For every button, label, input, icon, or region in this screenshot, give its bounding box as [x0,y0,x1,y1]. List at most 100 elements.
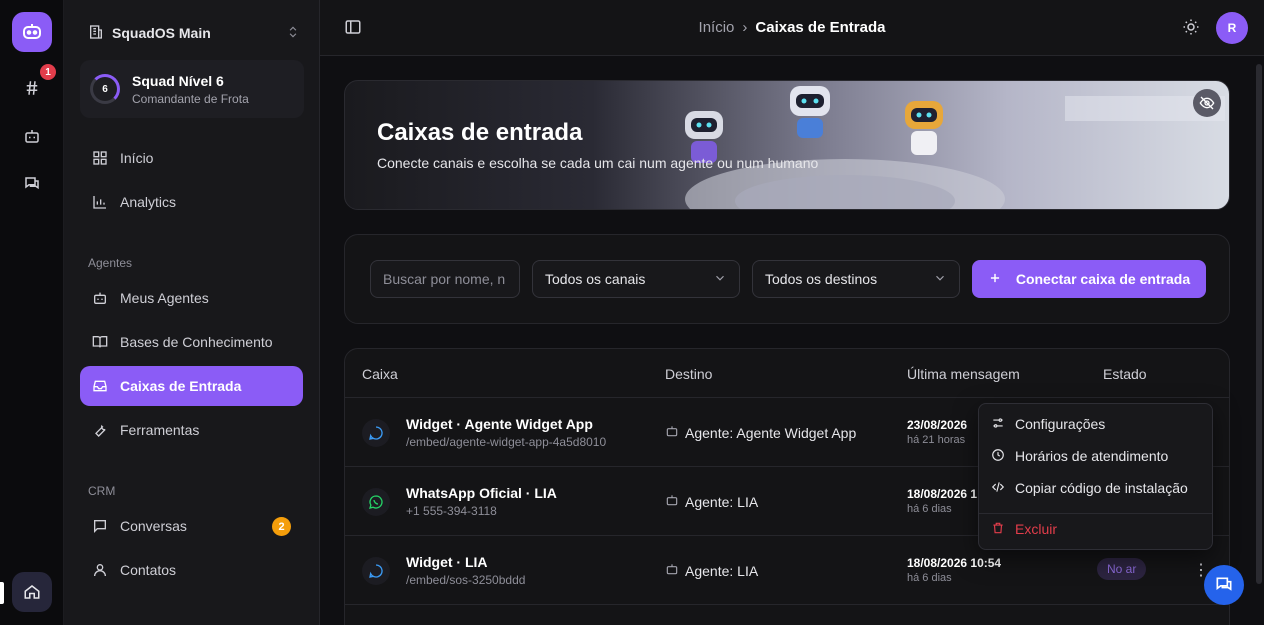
menu-divider [979,513,1212,514]
chart-icon [92,194,108,210]
inbox-name: WhatsApp Oficial · LIA [406,485,557,501]
nav-ferramentas[interactable]: Ferramentas [80,410,303,450]
search-input[interactable] [370,260,520,298]
nav-label: Analytics [120,194,177,210]
robot-logo-icon[interactable] [12,12,52,52]
nav-label: Meus Agentes [120,290,209,306]
chat-icon[interactable] [16,168,48,200]
page-subtitle: Conecte canais e escolha se cada um cai … [377,155,819,171]
menu-excluir[interactable]: Excluir [991,519,1057,539]
chat-fab-icon[interactable] [1204,565,1244,605]
inbox-icon [92,378,108,394]
nav-label: Ferramentas [120,422,200,438]
nav-contatos[interactable]: Contatos [80,550,303,590]
nav-analytics[interactable]: Analytics [80,182,303,222]
level-ring: 6 [90,74,120,104]
breadcrumb: Início › Caixas de Entrada [320,19,1264,36]
icon-rail: 1 [0,0,64,625]
destination-label: Agente: LIA [685,493,759,510]
connect-inbox-button[interactable]: Conectar caixa de entrada [972,260,1206,298]
nav-meus-agentes[interactable]: Meus Agentes [80,278,303,318]
last-message-date: 23/08/2026 [907,418,968,432]
sidebar: SquadOS Main 6 Squad Nível 6 Comandante … [64,0,320,625]
user-icon [92,562,108,578]
inbox-destination: Agente: LIA [665,562,758,579]
clock-icon [991,448,1005,465]
chevron-updown-icon [286,25,300,42]
inbox-path: +1 555-394-3118 [406,504,497,518]
nav-label: Conversas [120,518,187,534]
avatar[interactable]: R [1216,12,1248,44]
bot-icon [665,493,679,510]
eye-off-icon[interactable] [1193,89,1221,117]
whatsapp-icon [362,488,390,516]
last-message-date: 18/08/2026 10:54 [907,556,1002,570]
menu-label: Excluir [1015,521,1058,537]
chat-icon [92,518,108,534]
last-message-date: 18/08/2026 1 [907,487,978,501]
row-actions-menu: Configurações Horários de atendimento Co… [978,403,1213,550]
widget-chat-icon [362,557,390,585]
nav-inicio[interactable]: Início [80,138,303,178]
chevron-down-icon [713,271,727,288]
widget-chat-icon [362,419,390,447]
last-message-relative: há 6 dias [907,503,952,515]
building-icon [88,24,104,43]
nav-label: Caixas de Entrada [120,378,242,394]
workspace-switcher[interactable]: SquadOS Main [88,22,300,44]
workspace-name: SquadOS Main [112,25,211,41]
connect-inbox-label: Conectar caixa de entrada [1015,271,1191,287]
nav-label: Bases de Conhecimento [120,334,273,350]
section-agentes: Agentes [88,256,133,270]
menu-label: Copiar código de instalação [1015,480,1188,496]
status-badge: No ar [1097,558,1147,580]
conversas-badge: 2 [272,517,291,536]
bot-icon [665,562,679,579]
destination-select[interactable]: Todos os destinos [752,260,960,298]
nav-conversas[interactable]: Conversas 2 [80,506,303,546]
squad-title: Squad Nível 6 [132,72,224,89]
table-header: Caixa Destino Última mensagem Estado [345,349,1229,398]
menu-horarios[interactable]: Horários de atendimento [991,446,1168,466]
code-icon [991,480,1005,497]
bot-icon [92,290,108,306]
book-icon [92,334,108,350]
bot-icon [665,424,679,441]
breadcrumb-current: Caixas de Entrada [755,19,886,36]
squad-subtitle: Comandante de Frota [132,91,249,106]
home-icon[interactable] [12,572,52,612]
section-crm: CRM [88,484,116,498]
menu-copiar-codigo[interactable]: Copiar código de instalação [991,478,1188,498]
plus-icon [988,271,1002,288]
col-estado: Estado [1103,366,1147,382]
scrollbar-thumb[interactable] [1256,64,1262,584]
wrench-icon [92,422,108,438]
inbox-destination: Agente: Agente Widget App [665,424,856,441]
col-caixa: Caixa [362,366,398,382]
inbox-path: /embed/sos-3250bddd [406,573,526,587]
channel-select[interactable]: Todos os canais [532,260,740,298]
menu-label: Configurações [1015,416,1106,432]
menu-label: Horários de atendimento [1015,448,1169,464]
nav-caixas-entrada[interactable]: Caixas de Entrada [80,366,303,406]
nav-label: Contatos [120,562,177,578]
destination-label: Agente: LIA [685,562,759,579]
hero-banner: Caixas de entrada Conecte canais e escol… [344,80,1230,210]
chevron-down-icon [933,271,947,288]
grid-icon [92,150,108,166]
bot-icon[interactable] [16,120,48,152]
trash-icon [991,521,1005,538]
nav-bases-conhecimento[interactable]: Bases de Conhecimento [80,322,303,362]
inbox-name: Widget · LIA [406,554,488,570]
sun-icon[interactable] [1182,18,1202,38]
squad-level-card[interactable]: 6 Squad Nível 6 Comandante de Frota [80,60,304,118]
inbox-name: Widget · Agente Widget App [406,416,593,432]
menu-configuracoes[interactable]: Configurações [991,414,1105,434]
page-title: Caixas de entrada [377,119,583,146]
col-destino: Destino [665,366,713,382]
destination-select-value: Todos os destinos [765,271,878,287]
col-ultima-mensagem: Última mensagem [907,366,1020,382]
chevron-right-icon: › [742,19,748,36]
scrollbar[interactable] [1256,64,1262,625]
breadcrumb-inicio[interactable]: Início [699,19,735,36]
